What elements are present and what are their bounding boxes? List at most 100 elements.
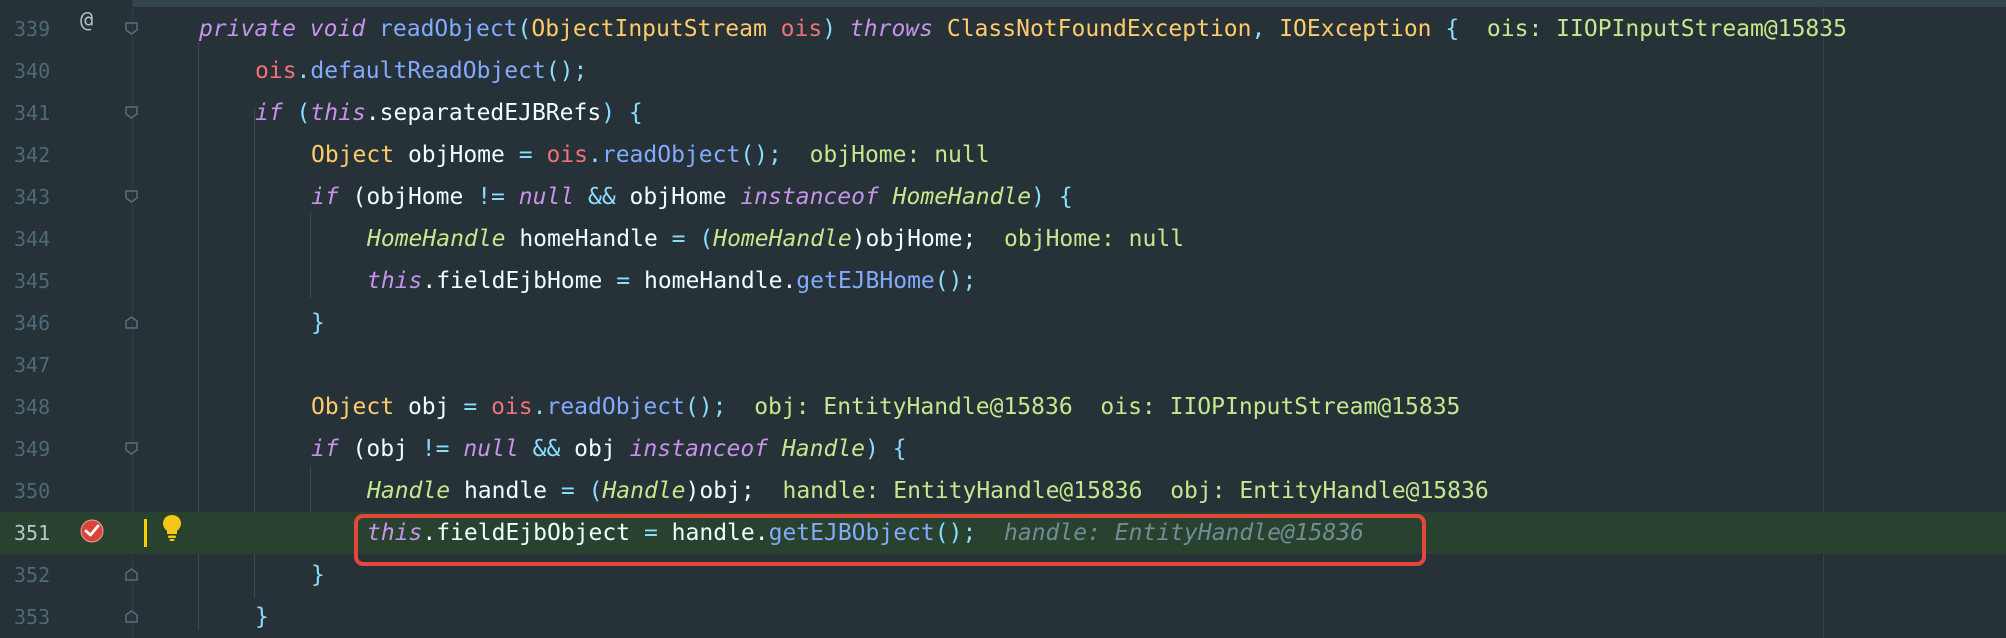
code-token: this: [367, 520, 423, 546]
code-text[interactable]: HomeHandle homeHandle = (HomeHandle)objH…: [367, 218, 1184, 260]
code-token: ();: [740, 142, 782, 168]
code-token: readObject: [601, 142, 741, 168]
code-text[interactable]: }: [311, 554, 325, 596]
code-text[interactable]: Object objHome = ois.readObject(); objHo…: [311, 134, 990, 176]
code-token: ) {: [601, 100, 643, 126]
code-token: if: [311, 436, 339, 462]
fold-close-icon[interactable]: [124, 567, 139, 582]
code-token: readObject: [546, 394, 685, 420]
code-token: void: [309, 16, 366, 42]
code-token: ois: [546, 142, 588, 168]
code-line-350[interactable]: 350 Handle handle = (Handle)obj; handle:…: [0, 470, 2006, 512]
line-number: 341: [14, 101, 51, 125]
code-token: )obj;: [685, 478, 755, 504]
inline-debug-value: obj: EntityHandle@15836 ois: IIOPInputSt…: [726, 394, 1461, 420]
code-token: ClassNotFoundException: [946, 16, 1252, 42]
lightbulb-icon[interactable]: [160, 513, 184, 543]
code-token: =: [616, 268, 631, 294]
code-line-353[interactable]: 353 }: [0, 596, 2006, 638]
code-token: }: [311, 562, 325, 588]
code-token: }: [255, 604, 269, 630]
code-text[interactable]: Handle handle = (Handle)obj; handle: Ent…: [367, 470, 1489, 512]
override-marker-icon[interactable]: @: [80, 8, 93, 34]
inline-debug-value: ois: IIOPInputStream@15835: [1459, 16, 1847, 42]
fold-open-icon[interactable]: [124, 441, 139, 456]
code-token: Handle: [781, 436, 865, 462]
code-line-346[interactable]: 346 }: [0, 302, 2006, 344]
code-token: this: [367, 268, 423, 294]
code-token: &&: [532, 436, 561, 462]
code-token: Handle: [602, 478, 686, 504]
code-token: homeHandle.: [630, 268, 797, 294]
code-token: (: [574, 478, 603, 504]
code-text[interactable]: Object obj = ois.readObject(); obj: Enti…: [311, 386, 1460, 428]
code-text[interactable]: private void readObject(ObjectInputStrea…: [199, 8, 1847, 50]
code-text[interactable]: this.fieldEjbHome = homeHandle.getEJBHom…: [367, 260, 976, 302]
code-token: HomeHandle: [713, 226, 852, 252]
code-text[interactable]: if (obj != null && obj instanceof Handle…: [311, 428, 907, 470]
code-line-344[interactable]: 344 HomeHandle homeHandle = (HomeHandle)…: [0, 218, 2006, 260]
fold-open-icon[interactable]: [124, 21, 139, 36]
code-text[interactable]: }: [311, 302, 325, 344]
line-number: 347: [14, 353, 51, 377]
editor-top-strip: [133, 0, 2006, 7]
code-line-341[interactable]: 341 if (this.separatedEJBRefs) {: [0, 92, 2006, 134]
code-line-342[interactable]: 342 Object objHome = ois.readObject(); o…: [0, 134, 2006, 176]
code-text[interactable]: }: [255, 596, 269, 638]
code-token: HomeHandle: [892, 184, 1032, 210]
fold-close-icon[interactable]: [124, 609, 139, 624]
code-token: =: [671, 226, 686, 252]
line-number: 353: [14, 605, 51, 629]
fold-close-icon[interactable]: [124, 315, 139, 330]
code-token: getEJBObject: [768, 520, 935, 546]
code-token: &&: [588, 184, 616, 210]
code-line-347[interactable]: 347: [0, 344, 2006, 386]
code-token: =: [643, 520, 658, 546]
line-number: 350: [14, 479, 51, 503]
code-token: =: [518, 142, 533, 168]
code-editor[interactable]: 339 private void readObject(ObjectInputS…: [0, 0, 2006, 638]
code-token: (: [685, 226, 714, 252]
code-line-340[interactable]: 340 ois.defaultReadObject();: [0, 50, 2006, 92]
code-token: Handle: [367, 478, 451, 504]
code-token: !=: [477, 184, 505, 210]
code-token: if: [255, 100, 283, 126]
code-line-339[interactable]: 339 private void readObject(ObjectInputS…: [0, 8, 2006, 50]
breakpoint-check-icon[interactable]: [80, 519, 104, 543]
code-text[interactable]: if (objHome != null && objHome instanceo…: [311, 176, 1073, 218]
code-line-352[interactable]: 352 }: [0, 554, 2006, 596]
code-line-349[interactable]: 349 if (obj != null && obj instanceof Ha…: [0, 428, 2006, 470]
code-token: .: [296, 58, 311, 84]
code-text[interactable]: this.fieldEjbObject = handle.getEJBObjec…: [367, 512, 1364, 554]
inline-debug-value: objHome: null: [781, 142, 990, 168]
code-token: =: [463, 394, 478, 420]
line-number: 351: [14, 521, 51, 545]
code-line-348[interactable]: 348 Object obj = ois.readObject(); obj: …: [0, 386, 2006, 428]
code-token: .fieldEjbHome: [422, 268, 617, 294]
code-text[interactable]: if (this.separatedEJBRefs) {: [255, 92, 643, 134]
fold-open-icon[interactable]: [124, 105, 139, 120]
code-line-343[interactable]: 343 if (objHome != null && objHome insta…: [0, 176, 2006, 218]
code-text[interactable]: ois.defaultReadObject();: [255, 50, 587, 92]
line-number: 352: [14, 563, 51, 587]
code-token: handle: [450, 478, 561, 504]
code-token: null: [518, 184, 575, 210]
code-token: .separatedEJBRefs: [365, 100, 602, 126]
code-token: (objHome: [338, 184, 478, 210]
code-token: }: [311, 310, 325, 336]
code-line-345[interactable]: 345 this.fieldEjbHome = homeHandle.getEJ…: [0, 260, 2006, 302]
code-token: defaultReadObject: [310, 58, 546, 84]
code-line-351-current[interactable]: 351 this.fieldEjbObject = handle.getEJBO…: [0, 512, 2006, 554]
fold-open-icon[interactable]: [124, 189, 139, 204]
line-number: 342: [14, 143, 51, 167]
inline-debug-value: handle: EntityHandle@15836: [976, 520, 1365, 546]
code-token: ois: [255, 58, 297, 84]
